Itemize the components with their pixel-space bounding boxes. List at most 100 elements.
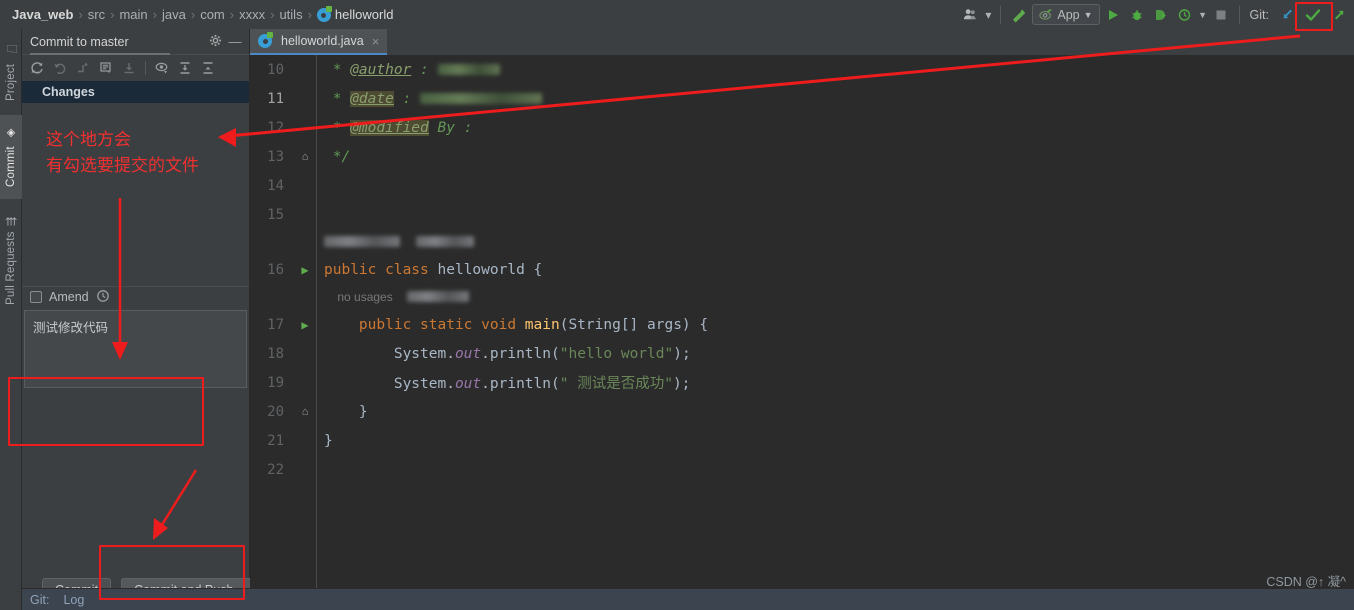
code-token: helloworld	[437, 261, 534, 278]
line-number: 10	[267, 61, 284, 78]
git-push-arrow-icon[interactable]	[1328, 4, 1350, 26]
code-token: " 测试是否成功"	[559, 376, 673, 392]
code-text: * @author :	[316, 62, 500, 78]
line-number: 15	[267, 206, 284, 223]
status-git-label[interactable]: Git:	[30, 593, 49, 607]
code-token: @author	[350, 61, 412, 78]
code-line: 12 * @modified By :	[250, 113, 1354, 142]
code-text: System.out.println("hello world");	[316, 346, 691, 362]
code-token: By :	[428, 119, 473, 136]
sidebar-item-project[interactable]: Project 🗀	[0, 33, 22, 107]
breadcrumb-label: helloworld	[334, 7, 394, 22]
tool-tab-label: Project	[5, 63, 17, 102]
minimize-icon[interactable]: —	[225, 34, 245, 49]
commit-message-icon[interactable]	[95, 57, 117, 79]
line-number: 12	[267, 119, 284, 136]
line-number: 21	[267, 432, 284, 449]
code-editor[interactable]: 10 * @author : 11 * @date : 12 * @modifi…	[250, 55, 1354, 610]
refresh-icon[interactable]	[26, 57, 48, 79]
commit-panel-title: Commit to master	[30, 34, 129, 49]
update-download-icon[interactable]	[118, 57, 140, 79]
breadcrumb-item-java_web[interactable]: Java_web	[8, 7, 77, 22]
expand-all-icon[interactable]	[174, 57, 196, 79]
git-commit-check-icon[interactable]	[1300, 2, 1326, 28]
breadcrumb-item-java[interactable]: java	[158, 7, 190, 22]
commit-tool-window: Commit to master — Changes 这个地方会 有勾选要提交的…	[22, 29, 281, 610]
gutter-empty	[294, 208, 316, 222]
code-token: }	[324, 403, 368, 420]
line-number: 14	[267, 177, 284, 194]
code-token: *	[324, 90, 351, 107]
main-toolbar-actions: ▾ App ▼ ▼ Git:	[959, 0, 1354, 29]
code-token: );	[672, 376, 691, 392]
breadcrumb-item-main[interactable]: main	[115, 7, 151, 22]
user-icon[interactable]	[959, 4, 981, 26]
user-dropdown-icon[interactable]: ▾	[983, 4, 993, 26]
line-number: 17	[267, 316, 284, 333]
code-token: */	[324, 148, 351, 165]
chevron-down-icon[interactable]: ▼	[1084, 10, 1093, 20]
breadcrumb-item-src[interactable]: src	[84, 7, 109, 22]
show-diff-icon[interactable]	[72, 57, 94, 79]
changes-node-header[interactable]: Changes	[22, 81, 249, 103]
run-configuration-selector[interactable]: App ▼	[1032, 4, 1100, 25]
editor-tab-bar: helloworld.java ×	[250, 29, 1354, 55]
run-play-icon[interactable]	[1102, 4, 1124, 26]
breadcrumb-item-utils[interactable]: utils	[275, 7, 306, 22]
code-token: }	[324, 432, 333, 449]
status-log-label[interactable]: Log	[63, 593, 84, 607]
sidebar-item-commit[interactable]: Commit ◈	[0, 115, 22, 199]
breadcrumb-item-xxxx[interactable]: xxxx	[235, 7, 269, 22]
gutter-run-icon[interactable]: ▶	[294, 263, 316, 277]
breadcrumb-item-com[interactable]: com	[196, 7, 229, 22]
preview-diff-icon[interactable]	[151, 57, 173, 79]
stop-icon[interactable]	[1210, 4, 1232, 26]
profiler-dropdown-icon[interactable]: ▼	[1198, 4, 1208, 26]
code-text: }	[316, 433, 333, 449]
git-label: Git:	[1249, 7, 1269, 22]
code-token: {	[533, 261, 543, 278]
collapse-all-icon[interactable]	[197, 57, 219, 79]
build-hammer-icon[interactable]	[1008, 4, 1030, 26]
sidebar-item-pull-requests[interactable]: Pull Requests ⇶	[0, 207, 22, 315]
editor-tab-helloworld-java[interactable]: helloworld.java ×	[250, 29, 388, 55]
gutter-empty	[294, 463, 316, 477]
code-line: 10 * @author :	[250, 55, 1354, 84]
commit-message-input[interactable]: 测试修改代码	[24, 309, 247, 388]
annotation-line-1: 这个地方会	[46, 130, 131, 150]
code-token: out	[454, 345, 482, 362]
breadcrumb-label: java	[162, 7, 186, 22]
breadcrumb-label: src	[87, 7, 106, 22]
gutter-fold-icon: ⌂	[301, 405, 309, 418]
rollback-icon[interactable]	[49, 57, 71, 79]
close-icon[interactable]: ×	[372, 34, 380, 49]
watermark: CSDN @↑ 凝^	[1266, 575, 1346, 589]
code-hint-row	[250, 229, 1354, 255]
gutter-run-icon[interactable]: ▶	[294, 318, 316, 332]
code-token: class	[385, 261, 438, 278]
amend-checkbox[interactable]	[30, 291, 42, 303]
code-token: no usages	[324, 290, 393, 304]
gear-icon[interactable]	[205, 34, 225, 50]
code-line: 21 }	[250, 426, 1354, 455]
run-coverage-icon[interactable]	[1150, 4, 1172, 26]
git-update-arrow-icon[interactable]	[1276, 4, 1298, 26]
debug-bug-icon[interactable]	[1126, 4, 1148, 26]
profiler-icon[interactable]	[1174, 4, 1196, 26]
changes-label: Changes	[42, 85, 95, 99]
gutter-empty	[294, 347, 316, 361]
code-text: }	[316, 404, 368, 420]
redacted-text	[324, 236, 400, 247]
commit-message-value: 测试修改代码	[33, 319, 109, 335]
breadcrumb-item-helloworld[interactable]: helloworld	[313, 6, 398, 22]
code-token: (String[] args) {	[559, 316, 709, 333]
clock-icon[interactable]	[96, 289, 110, 306]
code-line: 19 System.out.println(" 测试是否成功");	[250, 368, 1354, 397]
editor-tab-label: helloworld.java	[281, 34, 364, 48]
gutter-empty	[294, 63, 316, 77]
gutter-empty	[294, 290, 316, 304]
changes-list[interactable]: 这个地方会 有勾选要提交的文件	[22, 103, 249, 286]
commit-panel-spacer	[22, 388, 249, 571]
line-number: 20	[267, 403, 284, 420]
